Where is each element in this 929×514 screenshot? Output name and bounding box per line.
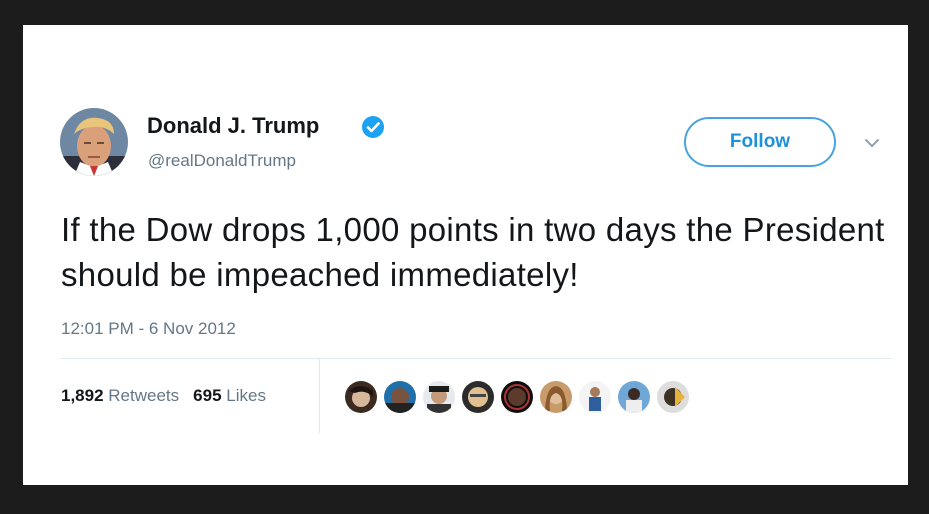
profile-avatar[interactable] <box>60 108 128 176</box>
liker-avatar[interactable] <box>618 381 650 413</box>
tweet-timestamp[interactable]: 12:01 PM - 6 Nov 2012 <box>61 319 236 339</box>
retweets-label: Retweets <box>108 386 180 405</box>
user-handle[interactable]: @realDonaldTrump <box>148 151 296 171</box>
liker-avatar[interactable] <box>462 381 494 413</box>
likes-label: Likes <box>226 386 266 405</box>
retweets-stat[interactable]: 1,892 Retweets <box>61 386 179 406</box>
liker-avatar[interactable] <box>579 381 611 413</box>
display-name[interactable]: Donald J. Trump <box>147 113 319 139</box>
liker-avatar[interactable] <box>540 381 572 413</box>
liker-avatar[interactable] <box>345 381 377 413</box>
chevron-down-icon[interactable] <box>864 136 880 148</box>
retweets-count: 1,892 <box>61 386 104 405</box>
liker-avatar[interactable] <box>384 381 416 413</box>
tweet-text: If the Dow drops 1,000 points in two day… <box>61 211 885 293</box>
divider <box>61 358 891 359</box>
stats-separator <box>319 359 320 433</box>
liker-avatars <box>345 381 689 413</box>
tweet-stats: 1,892 Retweets 695 Likes <box>61 386 266 406</box>
liker-avatar[interactable] <box>657 381 689 413</box>
likes-stat[interactable]: 695 Likes <box>193 386 266 406</box>
likes-count: 695 <box>193 386 222 405</box>
liker-avatar[interactable] <box>423 381 455 413</box>
liker-avatar[interactable] <box>501 381 533 413</box>
tweet-card: Donald J. Trump @realDonaldTrump Follow … <box>23 25 908 485</box>
follow-button[interactable]: Follow <box>684 117 836 167</box>
verified-badge-icon <box>361 115 385 139</box>
